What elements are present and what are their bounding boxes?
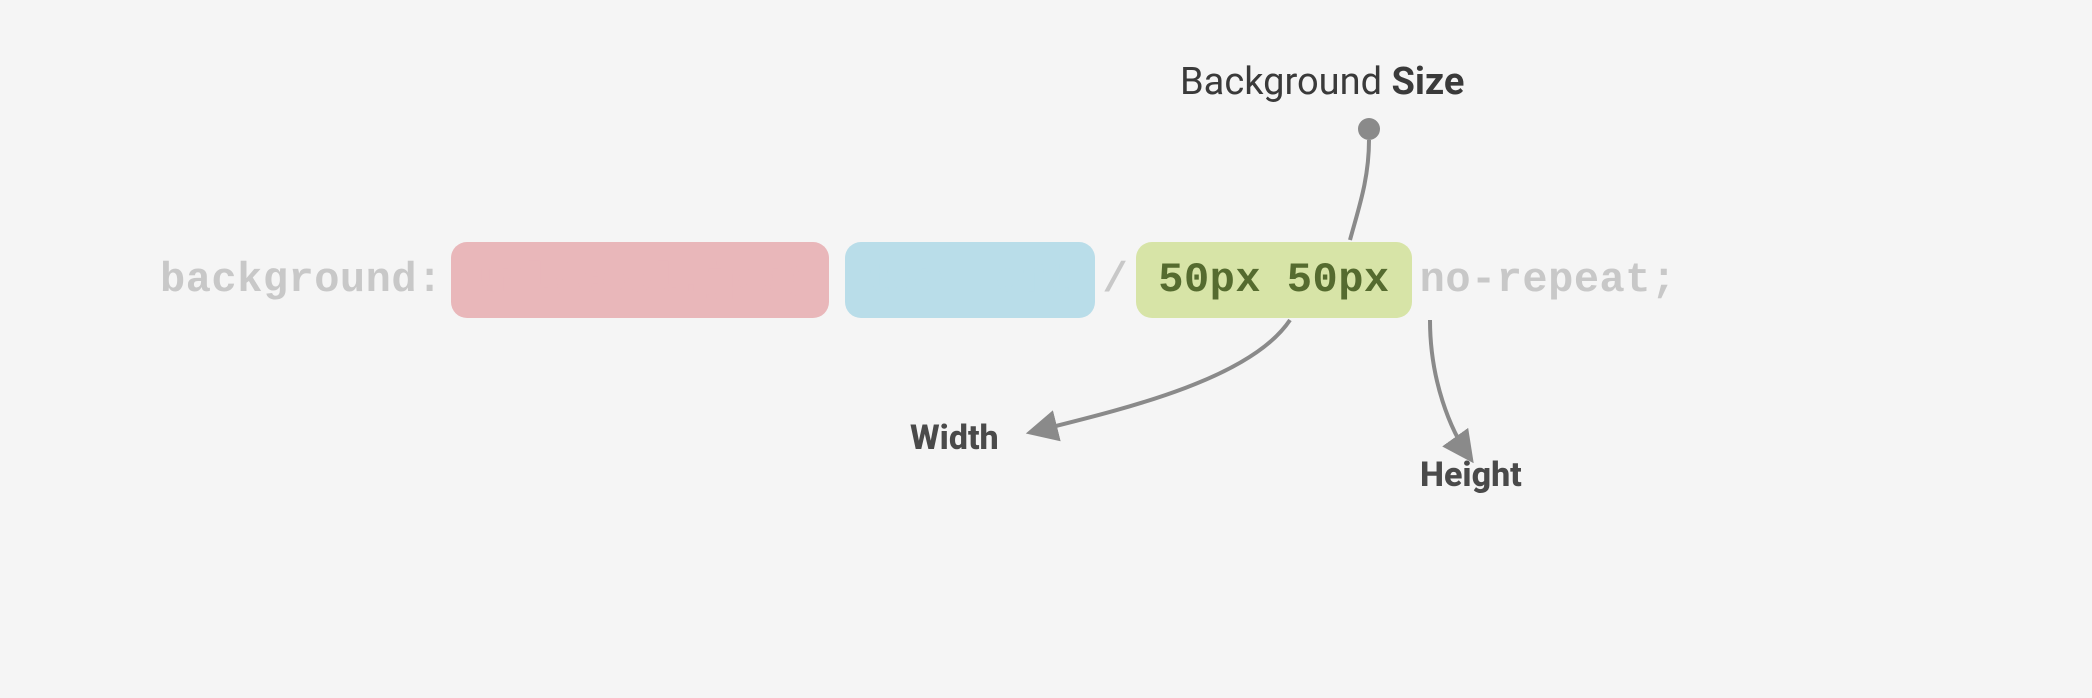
title-emphasis: Size <box>1391 60 1464 104</box>
connector-lines <box>0 0 2092 698</box>
label-height: Height <box>1420 455 1522 495</box>
css-repeat: no-repeat; <box>1420 256 1677 304</box>
css-url-pill: url(cool.jpg) <box>451 242 829 318</box>
pointer-dot-icon <box>1358 118 1380 140</box>
css-position-pill: top left <box>845 242 1095 318</box>
title-prefix: Background <box>1180 60 1391 104</box>
css-separator: / <box>1103 256 1129 304</box>
css-property: background: <box>160 256 443 304</box>
css-code-line: background: url(cool.jpg) top left / 50p… <box>160 242 1677 318</box>
diagram-title: Background Size <box>1180 60 1464 104</box>
css-size-pill: 50px 50px <box>1136 242 1411 318</box>
label-width: Width <box>910 418 999 458</box>
